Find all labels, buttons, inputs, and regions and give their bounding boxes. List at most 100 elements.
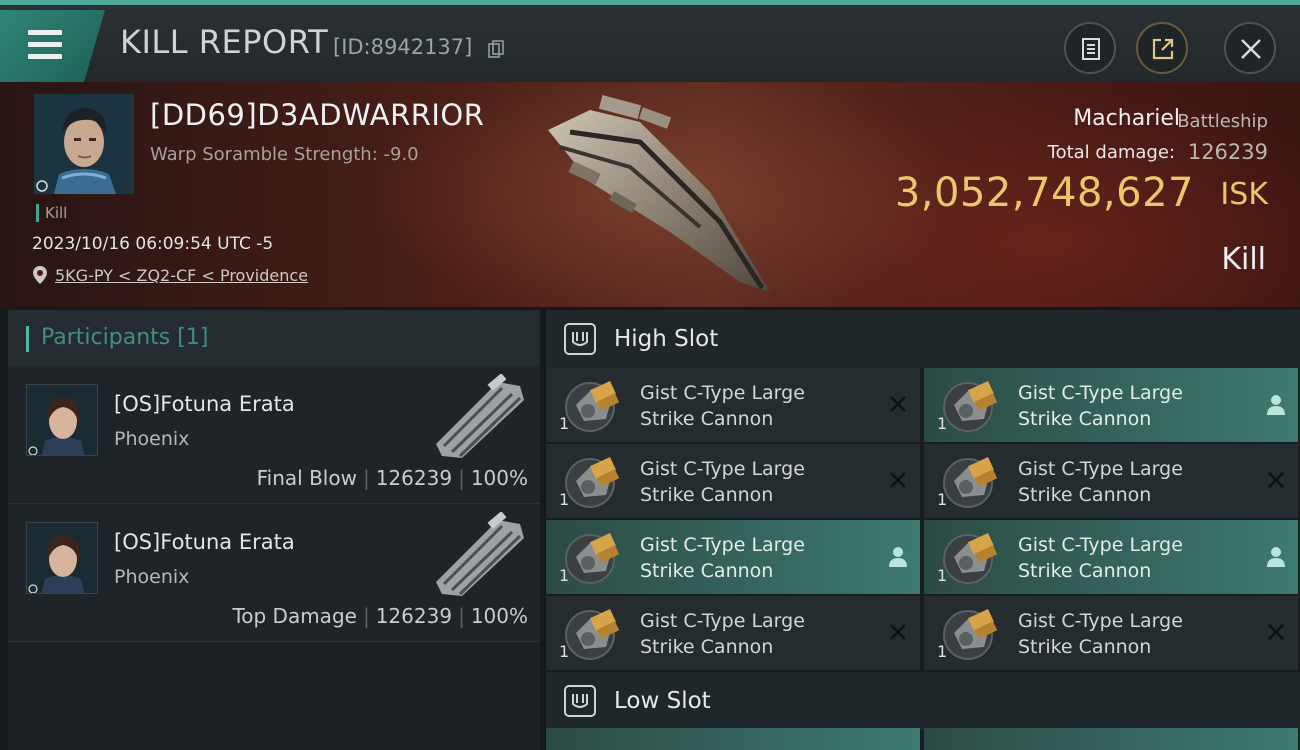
hamburger-icon	[28, 30, 62, 66]
module-icon	[562, 451, 624, 513]
module-name-line1: Gist C-Type Large	[640, 534, 805, 556]
module-quantity: 1	[937, 566, 948, 585]
module-slot[interactable]: 1 Gist C-Type Large Strike Cannon	[546, 368, 920, 442]
participant-ship: Phoenix	[114, 428, 190, 450]
module-icon	[562, 527, 624, 589]
participant-ship-image	[428, 373, 528, 464]
participant-avatar[interactable]	[26, 384, 98, 456]
module-slot[interactable]: 1 Gist C-Type Large Strike Cannon	[546, 596, 920, 670]
module-name: Gist C-Type Large Strike Cannon	[640, 456, 870, 508]
module-name: Gist C-Type Large Strike Cannon	[1018, 532, 1248, 584]
separator: |	[362, 466, 370, 490]
copy-icon[interactable]	[488, 40, 504, 58]
slot-icon	[564, 685, 596, 717]
module-quantity: 1	[937, 490, 948, 509]
module-name: Gist C-Type Large Strike Cannon	[1018, 456, 1248, 508]
module-icon	[940, 451, 1002, 513]
module-name-line1: Gist C-Type Large	[1018, 534, 1183, 556]
participant-row[interactable]: [OS]Fotuna Erata Phoenix Top Damage | 1262…	[8, 504, 540, 642]
module-name: Gist C-Type Large Strike Cannon	[640, 608, 870, 660]
section-accent-bar	[26, 326, 29, 352]
low-slot-module-partial[interactable]	[546, 728, 920, 750]
participants-panel: Participants [1] [OS]Fotuna Erata Phoeni…	[8, 310, 540, 750]
total-damage-value: 126239	[1187, 140, 1268, 164]
participant-role: Top Damage	[232, 604, 357, 628]
report-id: [ID:8942137]	[333, 35, 473, 59]
x-mark-icon	[1266, 622, 1286, 646]
module-slot[interactable]: 1 Gist C-Type Large Strike Cannon	[924, 444, 1298, 518]
module-quantity: 1	[559, 414, 570, 433]
share-button[interactable]	[1136, 22, 1188, 74]
module-icon	[562, 603, 624, 665]
module-name: Gist C-Type Large Strike Cannon	[640, 380, 870, 432]
participant-damage: 126239	[375, 466, 453, 490]
clipboard-icon	[1082, 38, 1100, 60]
page-title: KILL REPORT	[120, 23, 329, 61]
separator: |	[458, 604, 465, 628]
x-mark-icon	[888, 622, 908, 646]
low-slot-module-partial[interactable]	[924, 728, 1298, 750]
module-slot[interactable]: 1 Gist C-Type Large Strike Cannon	[924, 596, 1298, 670]
module-slot[interactable]: 1 Gist C-Type Large Strike Cannon	[924, 520, 1298, 594]
header-bar: KILL REPORT [ID:8942137]	[0, 0, 1300, 82]
module-name-line2: Strike Cannon	[1018, 484, 1152, 506]
module-icon	[940, 603, 1002, 665]
location-link[interactable]: 5KG-PY < ZQ2-CF < Providence	[55, 266, 308, 285]
module-name-line1: Gist C-Type Large	[1018, 610, 1183, 632]
module-name-line2: Strike Cannon	[1018, 408, 1152, 430]
participant-row[interactable]: [OS]Fotuna Erata Phoenix Final Blow | 1262…	[8, 366, 540, 504]
victim-name[interactable]: [DD69]D3ADWARRIOR	[150, 98, 484, 132]
module-quantity: 1	[937, 642, 948, 661]
victim-panel: [DD69]D3ADWARRIOR Warp Soramble Strength…	[0, 82, 1300, 307]
person-icon	[1266, 394, 1286, 420]
kill-timestamp: 2023/10/16 06:09:54 UTC -5	[32, 234, 274, 254]
participant-percent: 100%	[470, 604, 528, 628]
module-name-line1: Gist C-Type Large	[640, 458, 805, 480]
slot-icon	[564, 323, 596, 355]
location-pin-icon	[33, 266, 47, 284]
close-icon	[1241, 39, 1261, 59]
fitting-panel: High Slot 1 Gist C-Type Large Strike Can…	[546, 310, 1300, 750]
person-icon	[888, 546, 908, 572]
module-icon	[940, 375, 1002, 437]
participants-header: Participants [1]	[8, 310, 540, 366]
module-name: Gist C-Type Large Strike Cannon	[640, 532, 870, 584]
isk-value: 3,052,748,627	[894, 170, 1194, 216]
share-icon	[1152, 38, 1174, 60]
close-button[interactable]	[1224, 22, 1276, 74]
module-name-line1: Gist C-Type Large	[1018, 382, 1183, 404]
participant-percent: 100%	[470, 466, 528, 490]
participant-name[interactable]: [OS]Fotuna Erata	[114, 392, 295, 416]
x-mark-icon	[1266, 470, 1286, 494]
clipboard-button[interactable]	[1064, 22, 1116, 74]
participant-name[interactable]: [OS]Fotuna Erata	[114, 530, 295, 554]
module-name: Gist C-Type Large Strike Cannon	[1018, 608, 1248, 660]
module-slot[interactable]: 1 Gist C-Type Large Strike Cannon	[546, 520, 920, 594]
module-quantity: 1	[559, 566, 570, 585]
victim-ship-class: Battleship	[1177, 111, 1268, 132]
separator: |	[362, 604, 370, 628]
module-quantity: 1	[559, 642, 570, 661]
participant-stats: Final Blow | 126239 | 100%	[257, 466, 528, 490]
victim-portrait[interactable]	[34, 94, 134, 194]
total-damage-label: Total damage:	[1047, 142, 1175, 163]
high-slot-header: High Slot	[546, 310, 1300, 368]
module-name-line2: Strike Cannon	[640, 484, 774, 506]
participant-ship-image	[428, 511, 528, 602]
module-name-line1: Gist C-Type Large	[640, 382, 805, 404]
module-icon	[562, 375, 624, 437]
victim-ship-name[interactable]: Machariel	[1073, 106, 1180, 131]
participant-damage: 126239	[375, 604, 453, 628]
low-slot-title: Low Slot	[614, 688, 711, 714]
module-slot[interactable]: 1 Gist C-Type Large Strike Cannon	[546, 444, 920, 518]
low-slot-header: Low Slot	[546, 672, 1300, 730]
kill-tag: Kill	[36, 204, 67, 222]
module-icon	[940, 527, 1002, 589]
participants-title: Participants [1]	[41, 325, 209, 350]
module-slot[interactable]: 1 Gist C-Type Large Strike Cannon	[924, 368, 1298, 442]
menu-button[interactable]	[0, 10, 105, 82]
participant-stats: Top Damage | 126239 | 100%	[232, 604, 528, 628]
warp-scramble-strength: Warp Soramble Strength: -9.0	[150, 144, 419, 165]
participant-avatar[interactable]	[26, 522, 98, 594]
person-icon	[1266, 546, 1286, 572]
